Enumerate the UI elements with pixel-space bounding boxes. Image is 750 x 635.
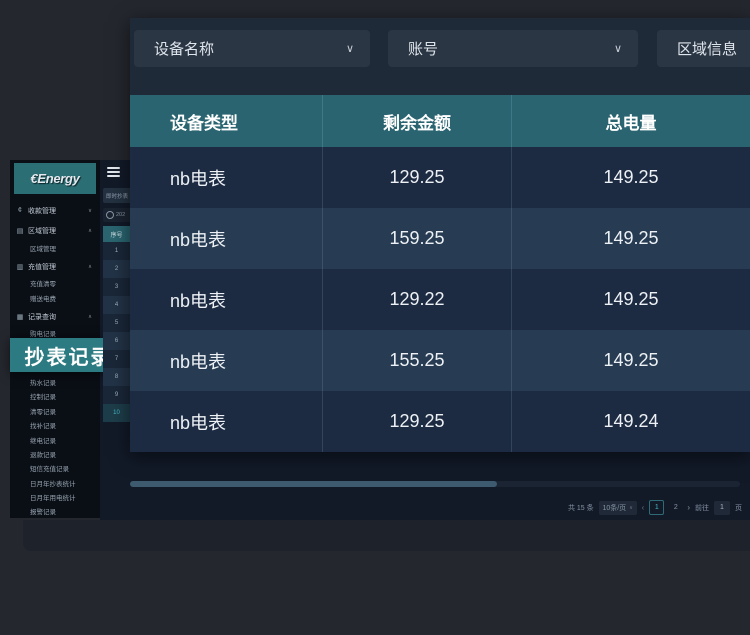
table-row-number: 2 bbox=[103, 260, 130, 278]
header-device-type: 设备类型 bbox=[130, 95, 322, 147]
header-total-power: 总电量 bbox=[511, 95, 750, 147]
select-placeholder: 区域信息 bbox=[677, 38, 737, 59]
table-row-number: 1 bbox=[103, 242, 130, 260]
sidebar-item-clear-record[interactable]: 清零记录 bbox=[30, 405, 98, 417]
pagination: 共 15 条 10条/页 ∨ ‹ 1 2 › 前往 1 页 bbox=[568, 500, 742, 515]
sidebar-group-label: 收款管理 bbox=[28, 206, 56, 216]
goto-unit: 页 bbox=[735, 503, 742, 513]
cell-total-power: 149.25 bbox=[511, 269, 750, 330]
sidebar-group-payment[interactable]: ¢ 收款管理 ∨ bbox=[16, 204, 96, 217]
chevron-up-icon: ∧ bbox=[88, 314, 92, 320]
table-row: nb电表 155.25 149.25 bbox=[130, 330, 750, 391]
table-row: nb电表 129.25 149.24 bbox=[130, 391, 750, 452]
screen: €Energy ¢ 收款管理 ∨ ▤ 区域管理 ∧ 区域管理 ▥ 充值管理 ∧ … bbox=[0, 0, 750, 635]
table-row-number: 4 bbox=[103, 296, 130, 314]
table-row: nb电表 129.25 149.25 bbox=[130, 147, 750, 208]
sidebar-group-records[interactable]: ▦ 记录查询 ∧ bbox=[16, 310, 96, 323]
sidebar-item-adjust-record[interactable]: 找补记录 bbox=[30, 419, 98, 431]
sidebar-group-label: 区域管理 bbox=[28, 226, 56, 236]
table-row: nb电表 129.22 149.25 bbox=[130, 269, 750, 330]
meter-table: 设备类型 剩余金额 总电量 nb电表 129.25 149.25 nb电表 15… bbox=[130, 95, 750, 452]
cell-device-type: nb电表 bbox=[130, 147, 322, 208]
sidebar-group-label: 充值管理 bbox=[28, 262, 56, 272]
goto-label: 前往 bbox=[695, 503, 709, 513]
sidebar-item-control-record[interactable]: 控制记录 bbox=[30, 390, 98, 402]
app-strip: 即时抄表 202 序号 1 2 3 4 5 6 7 8 9 10 bbox=[100, 160, 130, 520]
cell-device-type: nb电表 bbox=[130, 391, 322, 452]
table-row-number: 5 bbox=[103, 314, 130, 332]
sidebar-group-recharge[interactable]: ▥ 充值管理 ∧ bbox=[16, 260, 96, 273]
table-header-row: 设备类型 剩余金额 总电量 bbox=[130, 95, 750, 147]
horizontal-scrollbar-thumb[interactable] bbox=[130, 481, 497, 487]
cell-device-type: nb电表 bbox=[130, 269, 322, 330]
sidebar-item-relay-record[interactable]: 继电记录 bbox=[30, 434, 98, 446]
cell-device-type: nb电表 bbox=[130, 208, 322, 269]
records-icon: ▦ bbox=[16, 313, 24, 321]
next-page-button[interactable]: › bbox=[687, 503, 690, 512]
magnifier-overlay: 设备名称 ∨ 账号 ∨ 区域信息 设备类型 剩余金额 总电量 nb电表 129.… bbox=[130, 18, 750, 452]
cell-total-power: 149.25 bbox=[511, 330, 750, 391]
table-row-number: 9 bbox=[103, 386, 130, 404]
account-select[interactable]: 账号 ∨ bbox=[388, 30, 638, 67]
instant-read-button[interactable]: 即时抄表 bbox=[103, 188, 130, 203]
cell-remaining-amount: 159.25 bbox=[322, 208, 511, 269]
header-remaining-amount: 剩余金额 bbox=[322, 95, 511, 147]
select-placeholder: 账号 bbox=[408, 38, 438, 59]
chevron-down-icon: ∨ bbox=[346, 42, 354, 55]
sidebar-item-recharge-clear[interactable]: 充值清零 bbox=[30, 277, 98, 289]
sidebar-item-region-manage[interactable]: 区域管理 bbox=[30, 242, 98, 254]
chevron-down-icon: ∨ bbox=[614, 42, 622, 55]
table-row-number: 8 bbox=[103, 368, 130, 386]
table-row-number: 7 bbox=[103, 350, 130, 368]
logo: €Energy bbox=[14, 163, 96, 194]
date-picker-fragment[interactable]: 202 bbox=[103, 208, 130, 222]
page-size-select[interactable]: 10条/页 ∨ bbox=[599, 501, 637, 515]
money-icon: ¢ bbox=[16, 207, 24, 214]
table-row-number: 3 bbox=[103, 278, 130, 296]
sidebar-group-label: 记录查询 bbox=[28, 312, 56, 322]
goto-page-input[interactable]: 1 bbox=[714, 501, 730, 515]
chevron-down-icon: ∨ bbox=[88, 208, 92, 214]
table-row-number: 6 bbox=[103, 332, 130, 350]
select-placeholder: 设备名称 bbox=[154, 38, 214, 59]
region-icon: ▤ bbox=[16, 227, 24, 235]
prev-page-button[interactable]: ‹ bbox=[642, 503, 645, 512]
cell-remaining-amount: 129.25 bbox=[322, 391, 511, 452]
cell-total-power: 149.25 bbox=[511, 147, 750, 208]
device-name-select[interactable]: 设备名称 ∨ bbox=[134, 30, 370, 67]
table-row-number-active: 10 bbox=[103, 404, 130, 422]
date-value: 202 bbox=[116, 212, 125, 218]
page-button-1[interactable]: 1 bbox=[649, 500, 664, 515]
sidebar-item-alarm-record[interactable]: 报警记录 bbox=[30, 505, 98, 517]
sidebar-item-gift-fee[interactable]: 赠送电费 bbox=[30, 292, 98, 304]
sidebar-item-meter-stats[interactable]: 日月年抄表统计 bbox=[30, 477, 98, 489]
page-button-2[interactable]: 2 bbox=[669, 501, 682, 514]
region-info-select[interactable]: 区域信息 bbox=[657, 30, 750, 67]
sidebar-item-hotwater-record[interactable]: 热水记录 bbox=[30, 376, 98, 388]
recharge-icon: ▥ bbox=[16, 263, 24, 271]
chevron-down-icon: ∨ bbox=[629, 505, 633, 511]
page-size-value: 10条/页 bbox=[602, 503, 626, 513]
cell-total-power: 149.24 bbox=[511, 391, 750, 452]
cell-remaining-amount: 155.25 bbox=[322, 330, 511, 391]
sidebar-item-refund-record[interactable]: 退款记录 bbox=[30, 448, 98, 460]
chevron-up-icon: ∧ bbox=[88, 228, 92, 234]
sidebar-item-sms-recharge-record[interactable]: 短信充值记录 bbox=[30, 462, 98, 474]
sidebar-item-usage-stats[interactable]: 日月年用电统计 bbox=[30, 491, 98, 503]
cell-remaining-amount: 129.22 bbox=[322, 269, 511, 330]
hamburger-menu-icon[interactable] bbox=[107, 167, 120, 177]
clock-icon bbox=[106, 211, 114, 219]
table-row: nb电表 159.25 149.25 bbox=[130, 208, 750, 269]
app-bottom-shadow bbox=[23, 520, 750, 551]
serial-column-header: 序号 bbox=[103, 226, 130, 242]
chevron-up-icon: ∧ bbox=[88, 264, 92, 270]
cell-device-type: nb电表 bbox=[130, 330, 322, 391]
cell-total-power: 149.25 bbox=[511, 208, 750, 269]
total-count: 共 15 条 bbox=[568, 503, 594, 513]
cell-remaining-amount: 129.25 bbox=[322, 147, 511, 208]
sidebar-group-region[interactable]: ▤ 区域管理 ∧ bbox=[16, 224, 96, 237]
